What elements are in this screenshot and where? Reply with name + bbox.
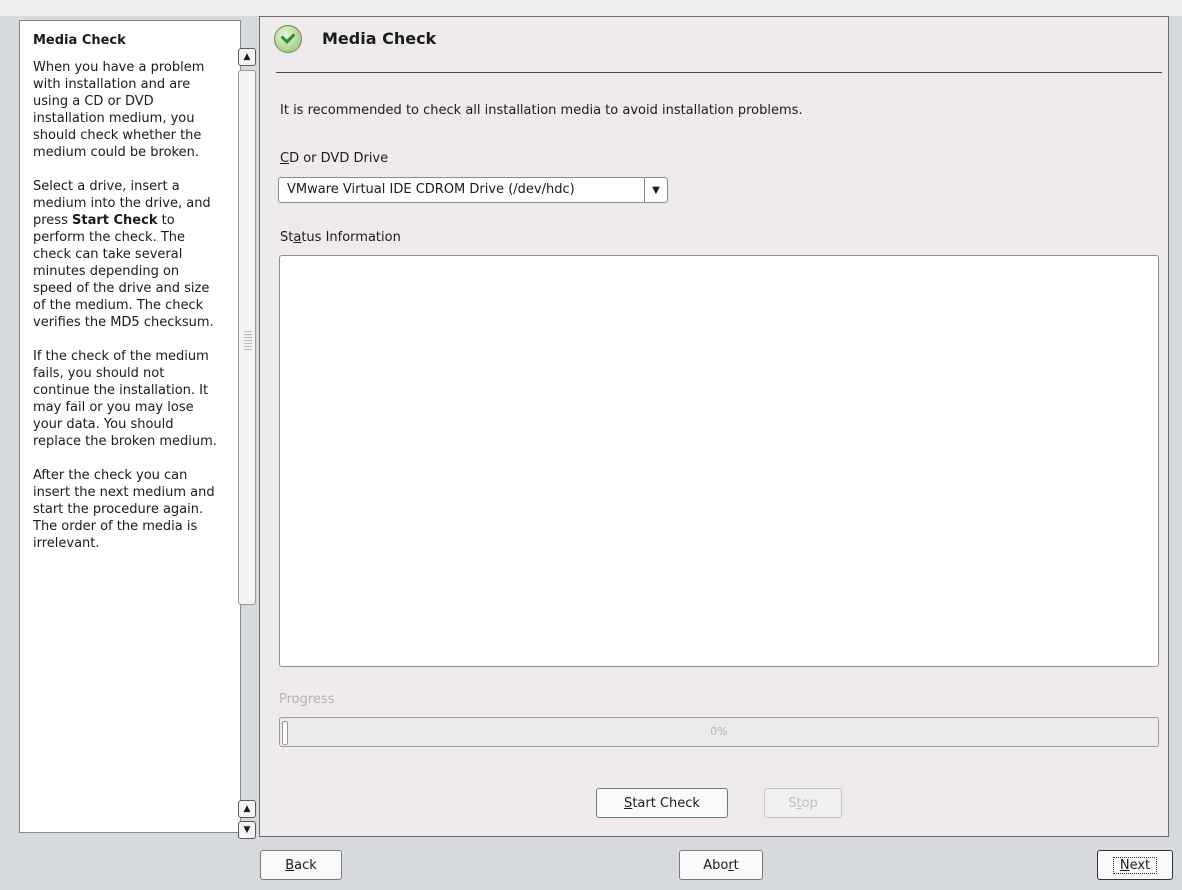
scroll-up-button[interactable]: ▲	[238, 48, 256, 66]
help-panel: Media Check When you have a problem with…	[19, 20, 256, 839]
start-check-button[interactable]: Start Check	[596, 788, 728, 818]
top-strip	[0, 0, 1182, 16]
abort-button[interactable]: Abo r t	[679, 850, 763, 880]
status-label: Status Information	[280, 230, 401, 245]
triangle-down-icon: ▼	[243, 825, 251, 835]
main-panel: Media Check It is recommended to check a…	[259, 16, 1169, 837]
title-separator	[276, 72, 1162, 73]
intro-text: It is recommended to check all installat…	[280, 103, 803, 118]
progress-percent: 0%	[710, 725, 728, 738]
suse-logo-icon	[274, 25, 302, 53]
drive-select-value: VMware Virtual IDE CDROM Drive (/dev/hdc…	[287, 182, 575, 197]
progress-label: Progress	[279, 692, 335, 707]
help-paragraph: If the check of the medium fails, you sh…	[33, 349, 217, 449]
drive-select[interactable]: VMware Virtual IDE CDROM Drive (/dev/hdc…	[278, 177, 668, 203]
grip-icon	[244, 331, 252, 351]
help-paragraph: After the check you can insert the next …	[33, 468, 215, 551]
help-text: Media Check When you have a problem with…	[33, 32, 219, 569]
triangle-up-icon: ▲	[243, 804, 251, 814]
scroll-thumb[interactable]	[238, 70, 256, 605]
help-paragraph: When you have a problem with installatio…	[33, 60, 205, 160]
help-scrollbar[interactable]: ▲ ▲ ▼	[238, 48, 258, 850]
back-button[interactable]: Back	[260, 850, 342, 880]
help-title: Media Check	[33, 33, 126, 48]
next-button[interactable]: Next	[1097, 850, 1173, 880]
scroll-up-button-lower[interactable]: ▲	[238, 800, 256, 818]
page-title: Media Check	[322, 29, 437, 48]
drive-label: CD or DVD Drive	[280, 151, 389, 166]
help-paragraph: Select a drive, insert a medium into the…	[33, 179, 214, 330]
chevron-down-icon[interactable]: ▼	[644, 178, 667, 202]
triangle-up-icon: ▲	[243, 52, 251, 62]
status-information-box[interactable]	[279, 255, 1159, 667]
stop-button[interactable]: St op	[764, 788, 842, 818]
scroll-down-button[interactable]: ▼	[238, 821, 256, 839]
progress-bar: 0%	[279, 717, 1159, 747]
